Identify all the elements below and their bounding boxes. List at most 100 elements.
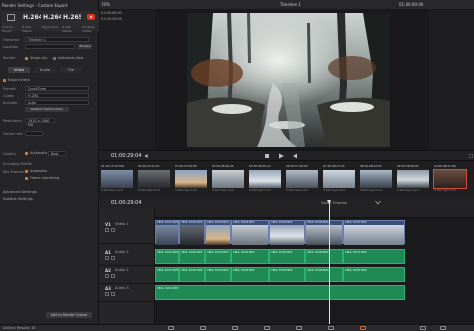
- clip-thumbnail-selected[interactable]: 10 00:08:21:06 H.264 High 4:2:0: [433, 164, 467, 194]
- video-clip[interactable]: CBUL DCD5.MP4: [269, 220, 305, 245]
- solo-icon[interactable]: [105, 292, 109, 296]
- clip-image: [323, 170, 355, 188]
- single-clip-label: Single clip: [30, 56, 48, 60]
- video-clip[interactable]: CBUL DCD6.MP4: [305, 220, 343, 245]
- audio-clip[interactable]: CBUL DCD5.MP4: [269, 249, 305, 264]
- add-to-render-queue-button[interactable]: Add to Render Queue: [46, 312, 92, 318]
- clip-codec: H.264 High 4:2:0: [175, 189, 197, 192]
- clip-thumbnail[interactable]: 02 00:13:11:07 H.264 High 4:2:0: [138, 164, 170, 194]
- preset-custom[interactable]: Custom Export: [1, 11, 21, 33]
- clip-thumbnail[interactable]: 01 00:13:10:024 H.264 High 4:2:0: [101, 164, 133, 194]
- audio-clip[interactable]: CBUL DCD2.MP4: [179, 249, 205, 264]
- timeline-name[interactable]: Timeline 1: [280, 2, 301, 7]
- solo-icon[interactable]: [105, 256, 109, 260]
- browse-button[interactable]: Browse: [78, 44, 92, 49]
- audio-clip[interactable]: CBUL DCD4.MP4: [231, 249, 269, 264]
- preset-h265-master[interactable]: H.265 H.265 Master: [61, 11, 83, 33]
- tab-audio[interactable]: Audio: [34, 67, 56, 73]
- format-select[interactable]: QuickTime: [25, 86, 89, 91]
- color-page-icon[interactable]: [296, 326, 302, 330]
- select-timeline-dropdown[interactable]: Select Timeline: [321, 201, 347, 205]
- fairlight-page-icon[interactable]: [328, 326, 334, 330]
- source-timecode: 01:00:00:00: [101, 11, 122, 15]
- track-header-a3[interactable]: A3 Audio 3: [99, 284, 155, 302]
- media-page-icon[interactable]: [168, 326, 174, 330]
- export-video-checkbox[interactable]: [3, 79, 6, 82]
- video-clip[interactable]: CBUL DCD3.MP4: [205, 220, 231, 245]
- gear-icon[interactable]: [440, 326, 446, 330]
- audio-clip[interactable]: CBUL DCD4.MP4: [231, 267, 269, 282]
- frame-rate-select[interactable]: [25, 131, 43, 136]
- keyframes-auto-radio[interactable]: [25, 170, 28, 173]
- viewer-frame[interactable]: [187, 13, 390, 147]
- audio-clip[interactable]: CBUL DCD3.MP4: [205, 249, 231, 264]
- resolution-select[interactable]: 1920 x 1080 HD: [25, 118, 55, 127]
- quality-select[interactable]: Best: [48, 151, 66, 156]
- frame-reordering-checkbox[interactable]: [25, 177, 28, 180]
- network-optimization-button[interactable]: Network Optimization: [25, 107, 69, 112]
- tab-video[interactable]: Video: [8, 67, 30, 73]
- clip-image: [138, 170, 170, 188]
- mute-icon[interactable]: [111, 292, 115, 296]
- audio-clip[interactable]: CBUL DCD5.MP4: [269, 267, 305, 282]
- deliver-page-icon[interactable]: [360, 326, 366, 330]
- video-clip[interactable]: CBUL DCD4.MP4: [231, 220, 269, 245]
- timeline-ruler[interactable]: [155, 208, 474, 218]
- playhead[interactable]: [327, 200, 331, 324]
- codec-select[interactable]: H.264: [25, 93, 89, 98]
- audio-clip[interactable]: CBUL DCD2.MP4: [179, 267, 205, 282]
- zoom-level[interactable]: 70%: [101, 2, 110, 7]
- audio-clip[interactable]: CBUL DCD6.MP4: [305, 267, 343, 282]
- single-clip-radio[interactable]: [25, 57, 28, 60]
- clip-codec: H.264 High 4:2:0: [397, 189, 419, 192]
- solo-icon[interactable]: [105, 274, 109, 278]
- encoder-select[interactable]: Auto: [25, 100, 89, 105]
- audio-clip[interactable]: CBUL DCD1.MP4: [155, 249, 179, 264]
- chevron-down-icon[interactable]: [375, 200, 381, 205]
- page-navigation-bar: DaVinci Resolve 16: [0, 324, 474, 331]
- eye-icon[interactable]: [111, 228, 115, 232]
- audio-icon[interactable]: [145, 154, 149, 158]
- clip-thumbnail[interactable]: 07 00:08:17:23 H.264 High 4:2:0: [323, 164, 355, 194]
- preset-h264-master[interactable]: H.264 H.264 Master: [21, 11, 43, 33]
- clip-codec: H.264 High 4:2:0: [434, 189, 456, 192]
- clip-thumbnail[interactable]: 05 00:08:20:12 H.264 High 4:2:0: [249, 164, 281, 194]
- mute-icon[interactable]: [111, 274, 115, 278]
- preset-hyperdeck[interactable]: H.264 Hyperdeck: [41, 11, 63, 31]
- video-clip[interactable]: CBUL DCD7.MP4: [343, 220, 405, 245]
- clip-thumbnail[interactable]: 03 00:13:09:08 H.264 High 4:2:0: [175, 164, 207, 194]
- track-header-v1[interactable]: V1 Video 1: [99, 220, 155, 244]
- audio-clip[interactable]: CBUL DCD3.MP4: [205, 267, 231, 282]
- clip-codec: H.264 High 4:2:0: [101, 189, 123, 192]
- filename-field[interactable]: Timeline 1: [25, 37, 89, 42]
- clip-thumbnail[interactable]: 06 00:17:20:00 H.264 High 4:2:0: [286, 164, 318, 194]
- fullscreen-icon[interactable]: [468, 153, 474, 159]
- preset-youtube[interactable]: YouTube 1080p: [81, 11, 99, 33]
- audio-clip[interactable]: CBUL DCD1.MP4: [155, 267, 179, 282]
- clip-thumbnail[interactable]: 08 00:08:42:03 H.264 High 4:2:0: [360, 164, 392, 194]
- video-clip[interactable]: CBUL DCD2.MP4: [179, 220, 205, 245]
- track-header-a1[interactable]: A1 Audio 1: [99, 248, 155, 266]
- custom-export-icon: [7, 14, 15, 21]
- clip-label: CBUL DCD6.MP4: [307, 221, 329, 224]
- audio-clip[interactable]: CBUL DCD1.MP4: [155, 285, 405, 300]
- home-icon[interactable]: [420, 326, 426, 330]
- quality-auto-radio[interactable]: [25, 152, 28, 155]
- clip-thumbnail[interactable]: 04 00:08:26:44 H.264 High 4:2:0: [212, 164, 244, 194]
- audio-clip[interactable]: CBUL DCD7.MP4: [343, 249, 405, 264]
- audio-clip[interactable]: CBUL DCD7.MP4: [343, 267, 405, 282]
- lock-icon[interactable]: [105, 228, 109, 232]
- subtitle-settings-header[interactable]: Subtitle Settings: [3, 197, 33, 201]
- track-header-a2[interactable]: A2 Audio 2: [99, 266, 155, 284]
- audio-clip[interactable]: CBUL DCD6.MP4: [305, 249, 343, 264]
- individual-clips-radio[interactable]: [53, 57, 56, 60]
- video-clip[interactable]: CBUL DCD1.MP4: [155, 220, 179, 245]
- fusion-page-icon[interactable]: [264, 326, 270, 330]
- clip-thumbnail[interactable]: 09 00:08:58:00 H.264 High 4:2:0: [397, 164, 429, 194]
- location-field[interactable]: [25, 44, 75, 49]
- edit-page-icon[interactable]: [232, 326, 238, 330]
- mute-icon[interactable]: [111, 256, 115, 260]
- advanced-settings-header[interactable]: Advanced Settings: [3, 190, 37, 194]
- cut-page-icon[interactable]: [200, 326, 206, 330]
- tab-file[interactable]: File: [60, 67, 82, 73]
